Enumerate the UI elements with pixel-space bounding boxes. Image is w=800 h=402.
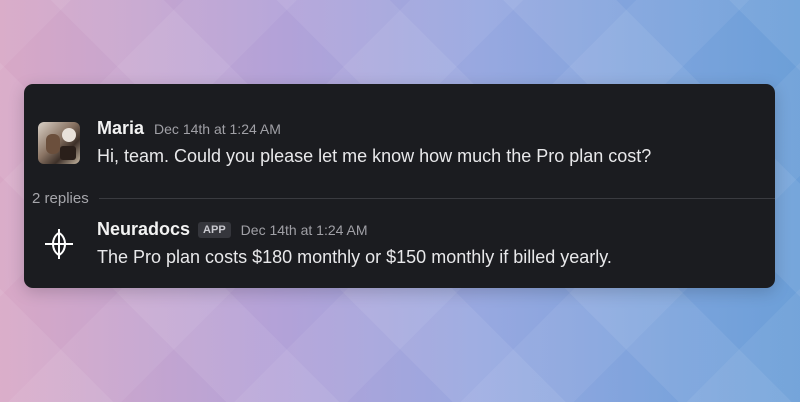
message-text: The Pro plan costs $180 monthly or $150 … [97,247,612,267]
avatar[interactable] [38,122,80,164]
message-text: Hi, team. Could you please let me know h… [97,146,652,166]
app-avatar[interactable] [38,223,80,265]
timestamp[interactable]: Dec 14th at 1:24 AM [241,222,368,238]
message-header: Maria Dec 14th at 1:24 AM [97,118,281,139]
neuradocs-logo-icon [45,229,73,259]
message-header: Neuradocs APP Dec 14th at 1:24 AM [97,219,368,240]
divider [98,198,775,199]
author-name[interactable]: Neuradocs [97,219,190,240]
thread-panel: Maria Dec 14th at 1:24 AM Hi, team. Coul… [24,84,775,288]
replies-link[interactable]: 2 replies [32,190,99,207]
app-badge: APP [198,222,231,238]
author-name[interactable]: Maria [97,118,144,139]
timestamp[interactable]: Dec 14th at 1:24 AM [154,121,281,137]
replies-row: 2 replies [32,190,775,207]
